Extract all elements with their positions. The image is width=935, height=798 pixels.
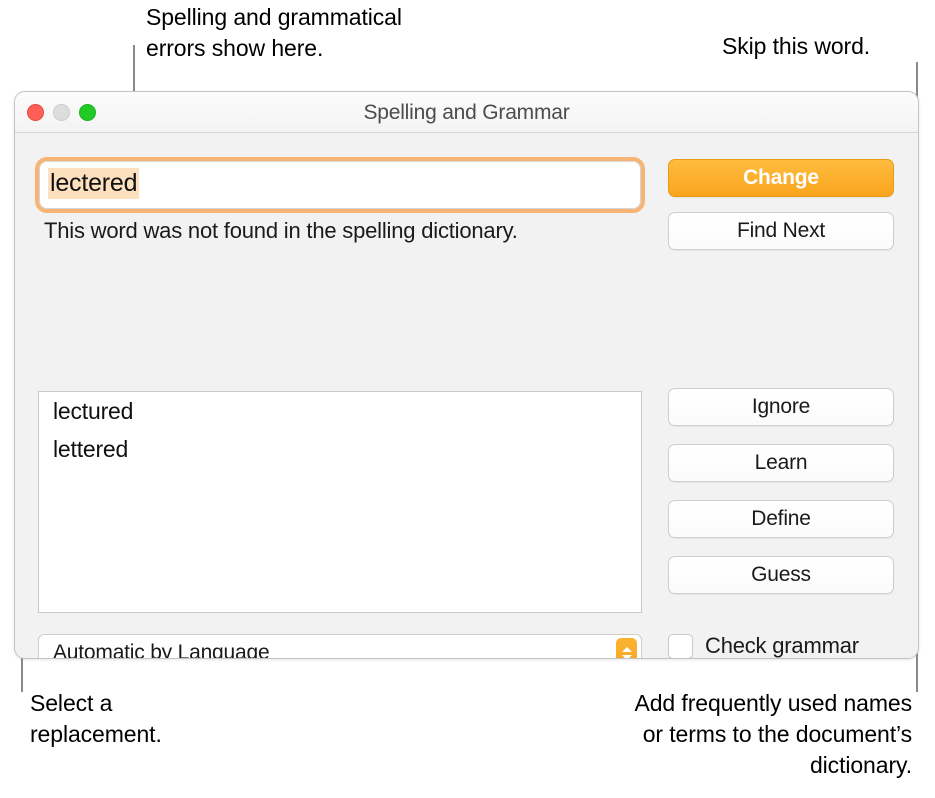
misspelled-word-field[interactable]: lectered xyxy=(39,161,641,209)
list-item[interactable]: lettered xyxy=(39,430,641,468)
callout-skip-text: Skip this word. xyxy=(722,33,871,59)
ignore-button[interactable]: Ignore xyxy=(668,388,894,426)
guess-button[interactable]: Guess xyxy=(668,556,894,594)
define-button[interactable]: Define xyxy=(668,500,894,538)
spelling-and-grammar-window: Spelling and Grammar lectered This word … xyxy=(14,91,919,659)
check-grammar-checkbox[interactable] xyxy=(668,633,693,658)
check-grammar-label: Check grammar xyxy=(705,633,859,658)
language-popup-button[interactable]: Automatic by Language xyxy=(38,634,642,659)
misspelled-word-text[interactable]: lectered xyxy=(48,168,140,199)
callout-select-replacement-text: Select a replacement. xyxy=(30,690,162,747)
check-grammar-row[interactable]: Check grammar xyxy=(668,633,859,658)
language-popup-label: Automatic by Language xyxy=(53,641,270,659)
status-message: This word was not found in the spelling … xyxy=(44,218,518,243)
callout-add-to-dictionary-text: Add frequently used names or terms to th… xyxy=(634,690,912,778)
window-titlebar[interactable]: Spelling and Grammar xyxy=(15,92,918,133)
chevron-down-icon xyxy=(621,654,632,658)
chevron-up-icon xyxy=(621,646,632,652)
window-title: Spelling and Grammar xyxy=(363,101,570,124)
list-item[interactable]: lectured xyxy=(39,392,641,430)
find-next-button[interactable]: Find Next xyxy=(668,212,894,250)
dialog-body: lectered This word was not found in the … xyxy=(15,133,918,659)
updown-chevron-icon[interactable] xyxy=(616,638,637,658)
learn-button[interactable]: Learn xyxy=(668,444,894,482)
suggestions-list[interactable]: lectured lettered xyxy=(38,391,642,613)
callout-errors-text: Spelling and grammatical errors show her… xyxy=(146,4,402,61)
change-button[interactable]: Change xyxy=(668,159,894,197)
